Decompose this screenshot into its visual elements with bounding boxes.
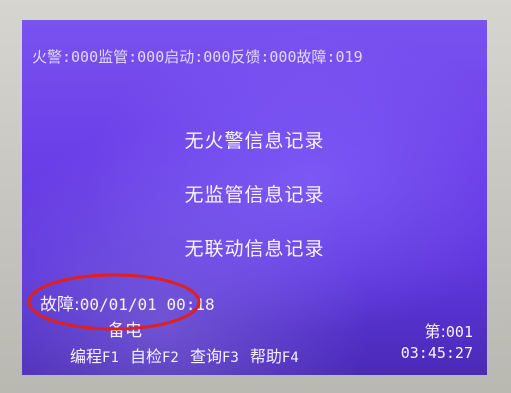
feedback-label: 反馈: [230,48,270,66]
feedback-count: 000 [269,48,297,66]
page-indicator: 第:001 [425,318,474,342]
self-test-label: 自检 [129,347,162,366]
supervise-record-message: 无监管信息记录 [184,184,325,206]
f1-key: F1 [102,350,119,366]
fault-entry-label: 故障: [40,295,80,315]
start-count: 000 [203,48,231,66]
linkage-record-message: 无联动信息记录 [184,238,325,260]
fire-alarm-count: 000 [71,48,99,66]
lcd-screen: 火警:000监管:000启动:000反馈:000故障:019 无火警信息记录 无… [22,20,487,375]
fault-entry-time: 00:18 [166,295,215,314]
fault-count: 019 [335,48,363,66]
f4-key: F4 [281,350,299,366]
page-label: 第: [424,322,446,341]
start-label: 启动: [164,48,204,66]
program-f1-button[interactable]: 编程F1 [70,347,119,366]
query-f3-button[interactable]: 查询F3 [190,347,239,366]
self-test-f2-button[interactable]: 自检F2 [130,347,179,366]
supervise-label: 监管: [98,48,138,66]
program-label: 编程 [70,347,103,366]
fire-alarm-label: 火警: [32,48,72,66]
function-key-bar: 编程F1 自检F2 查询F3 帮助F4 [70,343,305,367]
clock: 03:45:27 [400,344,473,362]
fault-entry: 故障:00/01/01 00:18 [40,290,215,315]
help-f4-button[interactable]: 帮助F4 [250,347,299,366]
fire-record-message: 无火警信息记录 [184,130,325,152]
page-number: 001 [445,323,473,341]
fault-label: 故障: [296,48,336,66]
help-label: 帮助 [249,347,282,366]
f2-key: F2 [161,350,179,366]
fault-entry-date: 00/01/01 [79,295,157,314]
fault-entry-description: 备电 [108,321,142,341]
f3-key: F3 [221,350,239,366]
supervise-count: 000 [137,48,165,66]
status-bar: 火警:000监管:000启动:000反馈:000故障:019 [32,46,482,67]
query-label: 查询 [189,347,222,366]
